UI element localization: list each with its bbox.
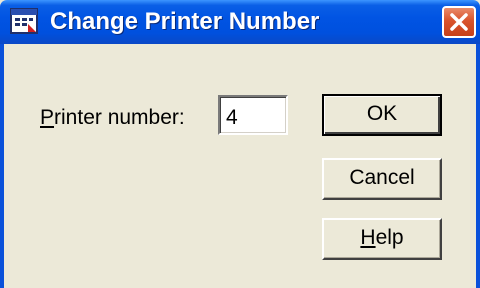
label-accelerator: P [40, 106, 55, 129]
help-button[interactable]: Help [322, 218, 442, 260]
window-frame-right [476, 44, 480, 288]
title-bar[interactable]: Change Printer Number [0, 0, 480, 44]
window-title: Change Printer Number [50, 8, 320, 35]
help-label: elp [375, 226, 404, 249]
printer-number-input[interactable] [218, 95, 288, 135]
cancel-button[interactable]: Cancel [322, 158, 442, 200]
ok-button[interactable]: OK [322, 94, 442, 136]
close-icon [450, 13, 468, 31]
help-accelerator: H [360, 226, 376, 249]
close-button[interactable] [442, 6, 476, 38]
app-window-icon [10, 8, 38, 34]
label-text: rinter number: [54, 106, 185, 129]
printer-number-label: Printer number: [40, 105, 185, 131]
window-frame-left [0, 44, 4, 288]
